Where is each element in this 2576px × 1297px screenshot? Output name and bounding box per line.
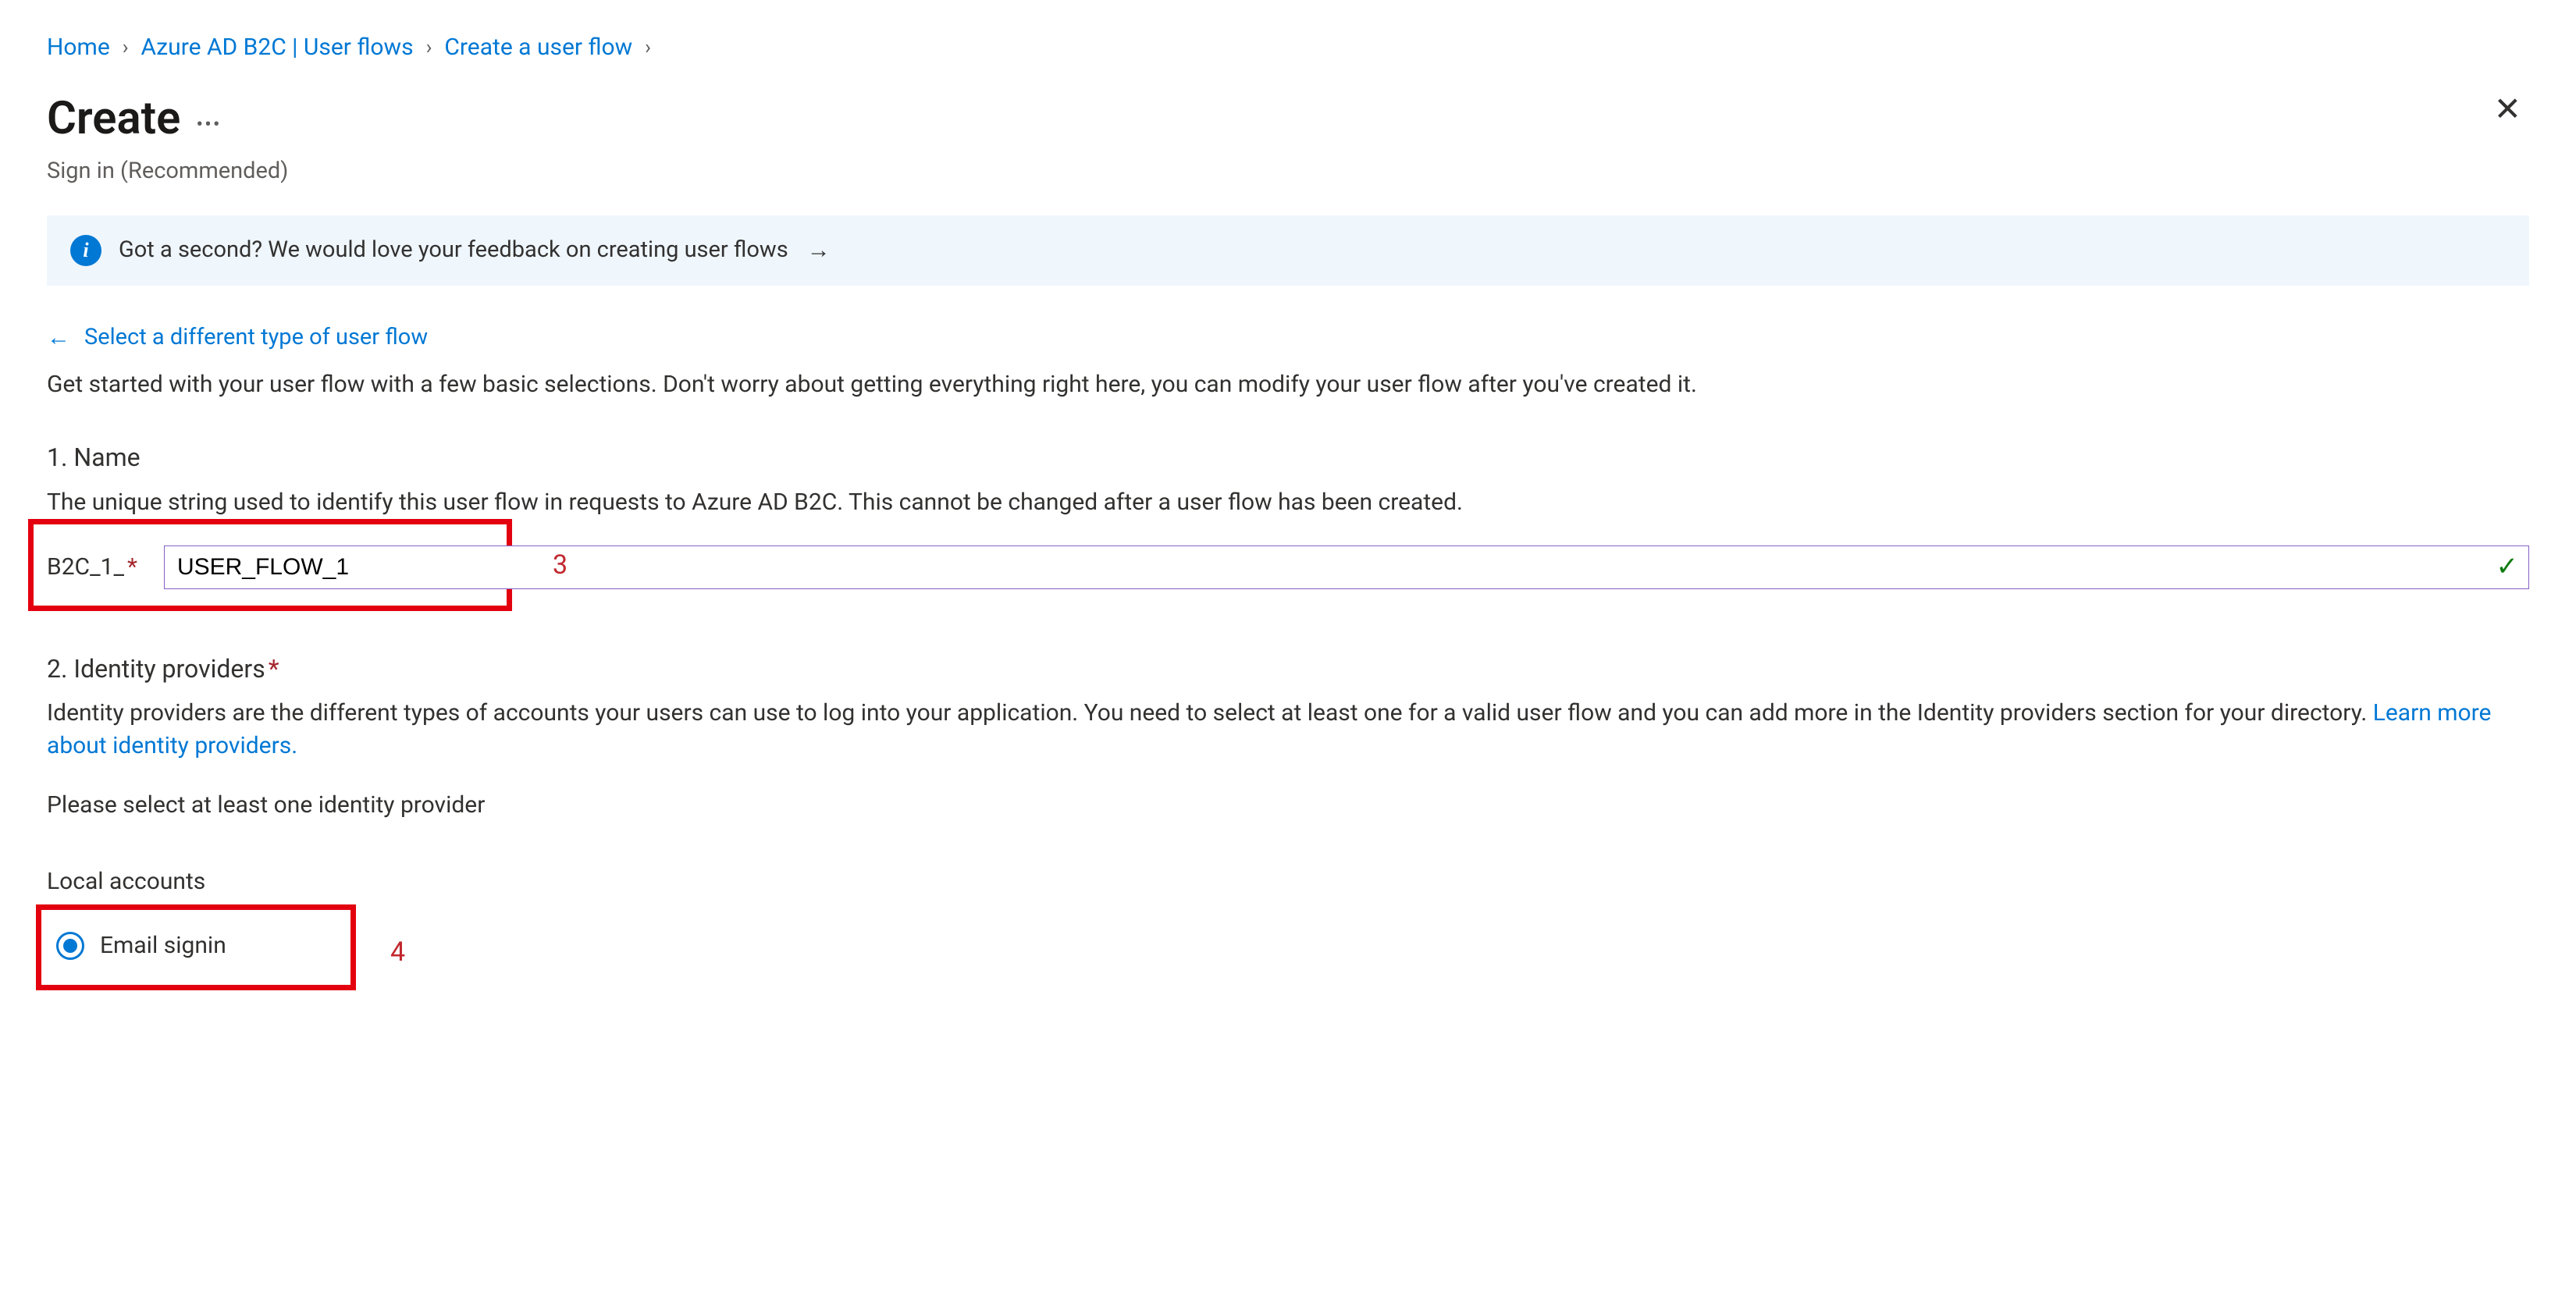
section-name-heading: 1. Name [47, 440, 2529, 475]
feedback-text: Got a second? We would love your feedbac… [119, 234, 788, 266]
breadcrumb-home[interactable]: Home [47, 31, 110, 64]
more-actions-icon[interactable]: ••• [196, 111, 221, 139]
section-idp-heading: 2. Identity providers* [47, 652, 2529, 687]
chevron-right-icon: › [123, 34, 129, 62]
select-different-flow-link[interactable]: Select a different type of user flow [84, 322, 428, 354]
breadcrumb: Home › Azure AD B2C | User flows › Creat… [47, 31, 2529, 64]
radio-email-signin[interactable]: Email signin 4 [47, 923, 236, 968]
intro-text: Get started with your user flow with a f… [47, 368, 2529, 401]
section-name-desc: The unique string used to identify this … [47, 486, 2529, 519]
arrow-left-icon: ← [47, 322, 70, 354]
arrow-right-icon: → [807, 234, 831, 267]
breadcrumb-user-flows[interactable]: Azure AD B2C | User flows [141, 31, 414, 64]
info-icon: i [70, 235, 101, 266]
annotation-label-3: 3 [553, 547, 568, 585]
chevron-right-icon: › [645, 34, 651, 62]
local-accounts-label: Local accounts [47, 865, 2529, 898]
user-flow-name-input[interactable] [164, 545, 2529, 589]
feedback-banner[interactable]: i Got a second? We would love your feedb… [47, 215, 2529, 286]
radio-email-label: Email signin [100, 929, 226, 962]
annotation-label-4: 4 [390, 934, 405, 972]
radio-selected-icon [56, 932, 84, 960]
close-icon[interactable]: ✕ [2486, 87, 2529, 133]
page-subtitle: Sign in (Recommended) [47, 155, 288, 187]
chevron-right-icon: › [426, 34, 432, 62]
page-title: Create [47, 87, 180, 151]
required-star-icon: * [127, 551, 137, 584]
section-idp-desc: Identity providers are the different typ… [47, 697, 2529, 762]
checkmark-icon: ✓ [2496, 549, 2519, 586]
name-prefix-label: B2C_1_* [47, 551, 137, 584]
required-star-icon: * [269, 654, 279, 684]
breadcrumb-create-user-flow[interactable]: Create a user flow [444, 31, 632, 64]
select-provider-msg: Please select at least one identity prov… [47, 789, 2529, 822]
